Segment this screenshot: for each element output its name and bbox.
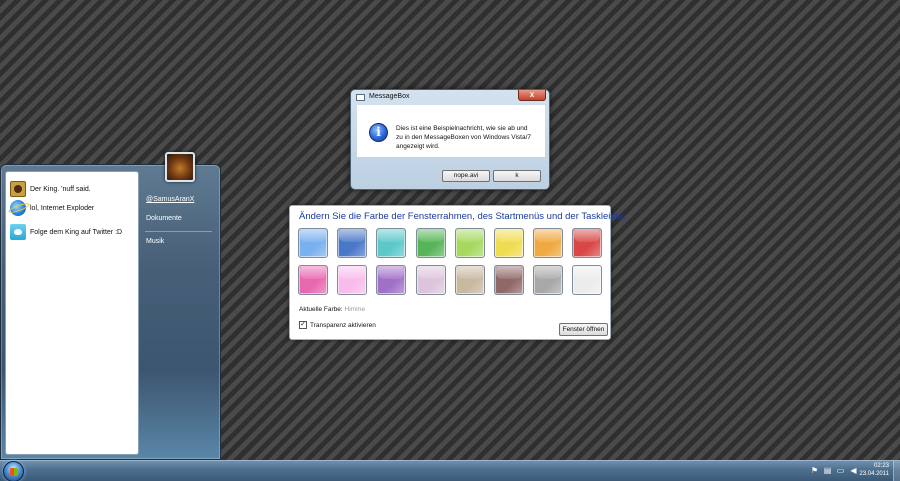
current-color-row: Aktuelle Farbe: Himme <box>299 306 365 313</box>
window-title: MessageBox <box>369 93 410 100</box>
program-item-twitter[interactable]: Folge dem King auf Twitter :D <box>8 223 136 241</box>
programs-list: Der King. 'nuff said. lol, Internet Expl… <box>5 171 139 455</box>
internet-explorer-icon <box>10 200 26 216</box>
color-swatch[interactable] <box>298 228 328 258</box>
nope-button[interactable]: nope.avi <box>442 170 490 182</box>
color-swatch[interactable] <box>533 228 564 258</box>
color-swatch[interactable] <box>376 265 407 295</box>
current-color-label: Aktuelle Farbe: <box>299 306 343 313</box>
battery-icon[interactable]: ▭ <box>836 466 845 475</box>
music-link[interactable]: Musik <box>146 238 164 245</box>
open-window-button[interactable]: Fenster öffnen <box>559 323 608 336</box>
message-text: Dies ist eine Beispielnachricht, wie sie… <box>396 125 532 150</box>
transparency-checkbox[interactable]: ✓ <box>299 321 307 329</box>
documents-link[interactable]: Dokumente <box>146 215 182 222</box>
message-body: i Dies ist eine Beispielnachricht, wie s… <box>357 105 545 157</box>
transparency-label: Transparenz aktivieren <box>310 321 376 329</box>
clock-time[interactable]: 02:23 <box>874 463 889 469</box>
program-label: Der King. 'nuff said. <box>30 185 91 193</box>
clock-date[interactable]: 23.04.2011 <box>859 471 889 477</box>
info-icon: i <box>369 123 388 142</box>
start-button[interactable] <box>3 461 24 481</box>
program-item-internet-explorer[interactable]: lol, Internet Exploder <box>8 199 136 217</box>
color-swatch[interactable] <box>494 228 524 258</box>
program-label: lol, Internet Exploder <box>30 204 95 212</box>
color-swatch[interactable] <box>572 228 603 258</box>
start-menu: Der King. 'nuff said. lol, Internet Expl… <box>0 164 221 460</box>
message-box-window: MessageBox x i Dies ist eine Beispielnac… <box>350 89 550 190</box>
color-swatch[interactable] <box>533 265 564 295</box>
speaker-icon[interactable]: ◀ <box>849 466 858 475</box>
color-swatch[interactable] <box>494 265 524 295</box>
color-swatch[interactable] <box>337 228 368 258</box>
color-dialog: Ändern Sie die Farbe der Fensterrahmen, … <box>289 205 626 340</box>
color-swatch[interactable] <box>454 265 485 295</box>
user-avatar[interactable] <box>165 152 195 182</box>
show-desktop-button[interactable] <box>893 461 900 481</box>
flag-icon[interactable]: ⚑ <box>810 466 819 475</box>
twitter-icon <box>10 224 26 240</box>
color-swatch[interactable] <box>454 228 485 258</box>
king-icon <box>10 181 26 197</box>
current-color-value: Himme <box>344 306 366 313</box>
close-button[interactable]: x <box>518 90 546 101</box>
program-item-king[interactable]: Der King. 'nuff said. <box>8 180 136 198</box>
color-swatch[interactable] <box>376 228 407 258</box>
ok-button[interactable]: k <box>493 170 541 182</box>
transparency-row[interactable]: ✓ Transparenz aktivieren <box>299 321 376 329</box>
window-icon <box>356 94 365 101</box>
dialog-heading: Ändern Sie die Farbe der Fensterrahmen, … <box>299 211 626 222</box>
color-swatch[interactable] <box>415 228 446 258</box>
color-swatch[interactable] <box>337 265 368 295</box>
color-swatch[interactable] <box>572 265 603 295</box>
taskbar <box>0 460 900 481</box>
color-swatch[interactable] <box>298 265 328 295</box>
network-icon[interactable]: ▤ <box>823 466 832 475</box>
program-label: Folge dem King auf Twitter :D <box>30 228 123 236</box>
color-swatch[interactable] <box>415 265 446 295</box>
user-name-link[interactable]: @SamusAranX <box>146 196 194 203</box>
right-column-divider <box>145 231 212 232</box>
